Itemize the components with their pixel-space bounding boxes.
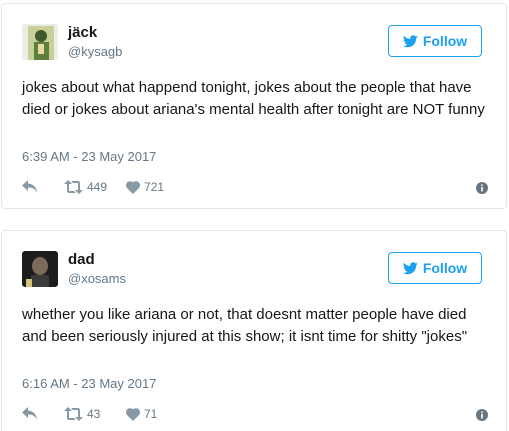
follow-button[interactable]: Follow bbox=[388, 252, 482, 284]
like-button[interactable]: 721 bbox=[126, 180, 164, 194]
follow-label: Follow bbox=[422, 33, 468, 49]
tweet-text: whether you like ariana or not, that doe… bbox=[22, 306, 468, 345]
heart-icon bbox=[126, 180, 140, 194]
tweet-actions: 449 721 bbox=[22, 180, 488, 198]
info-button[interactable] bbox=[476, 409, 488, 421]
display-name[interactable]: jäck bbox=[68, 24, 97, 41]
avatar[interactable] bbox=[22, 24, 58, 60]
follow-label: Follow bbox=[422, 260, 468, 276]
user-handle[interactable]: @xosams bbox=[68, 271, 126, 286]
reply-icon bbox=[22, 180, 38, 194]
tweet-actions: 43 71 bbox=[22, 407, 488, 425]
info-button[interactable] bbox=[476, 182, 488, 194]
tweet-text: jokes about what happend tonight, jokes … bbox=[22, 79, 485, 118]
like-count: 721 bbox=[144, 180, 165, 194]
avatar[interactable] bbox=[22, 251, 58, 287]
user-handle[interactable]: @kysagb bbox=[68, 44, 122, 59]
info-icon bbox=[476, 182, 488, 194]
retweet-icon bbox=[64, 180, 83, 194]
tweet-card: dad @xosams Follow whether you like aria… bbox=[1, 230, 507, 431]
twitter-bird-icon bbox=[402, 261, 418, 275]
tweet-card: jäck @kysagb Follow jokes about what hap… bbox=[1, 3, 507, 209]
timestamp[interactable]: 6:39 AM - 23 May 2017 bbox=[22, 149, 156, 164]
like-count: 71 bbox=[144, 407, 158, 421]
retweet-button[interactable]: 449 bbox=[64, 180, 107, 194]
retweet-icon bbox=[64, 407, 83, 421]
follow-button[interactable]: Follow bbox=[388, 25, 482, 57]
reply-button[interactable] bbox=[22, 180, 38, 194]
retweet-count: 449 bbox=[87, 180, 108, 194]
heart-icon bbox=[126, 407, 140, 421]
twitter-bird-icon bbox=[402, 34, 418, 48]
retweet-button[interactable]: 43 bbox=[64, 407, 100, 421]
reply-icon bbox=[22, 407, 38, 421]
display-name[interactable]: dad bbox=[68, 251, 95, 268]
timestamp[interactable]: 6:16 AM - 23 May 2017 bbox=[22, 376, 156, 391]
like-button[interactable]: 71 bbox=[126, 407, 157, 421]
retweet-count: 43 bbox=[87, 407, 101, 421]
reply-button[interactable] bbox=[22, 407, 38, 421]
info-icon bbox=[476, 409, 488, 421]
